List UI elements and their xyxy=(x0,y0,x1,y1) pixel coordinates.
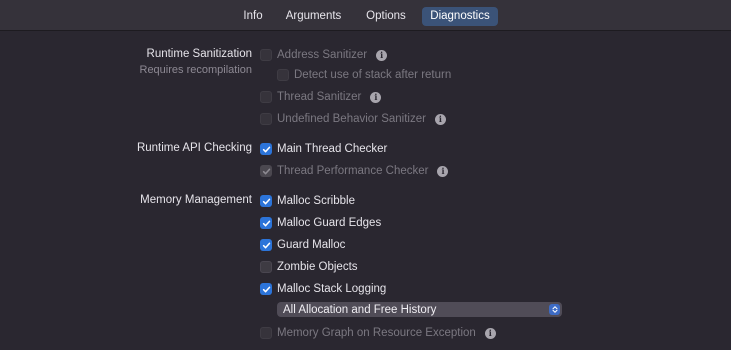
address-sanitizer-option[interactable]: Address Sanitizer i xyxy=(260,47,388,63)
zombie-objects-option[interactable]: Zombie Objects xyxy=(260,259,358,275)
memory-graph-checkbox[interactable] xyxy=(260,327,272,339)
address-sanitizer-checkbox[interactable] xyxy=(260,49,272,61)
malloc-guard-edges-option[interactable]: Malloc Guard Edges xyxy=(260,215,381,231)
malloc-guard-edges-checkbox[interactable] xyxy=(260,217,272,229)
requires-recompilation-label: Requires recompilation xyxy=(139,64,253,76)
chevron-up-down-icon xyxy=(549,304,560,315)
malloc-scribble-label: Malloc Scribble xyxy=(277,195,355,207)
checkmark-icon xyxy=(262,286,270,292)
zombie-objects-label: Zombie Objects xyxy=(277,261,358,273)
thread-sanitizer-checkbox[interactable] xyxy=(260,91,272,103)
checkmark-icon xyxy=(262,168,270,174)
malloc-scribble-option[interactable]: Malloc Scribble xyxy=(260,193,355,209)
tab-diagnostics[interactable]: Diagnostics xyxy=(422,7,498,26)
thread-sanitizer-option[interactable]: Thread Sanitizer i xyxy=(260,89,382,105)
thread-performance-checker-option[interactable]: Thread Performance Checker i xyxy=(260,163,449,179)
malloc-stack-logging-option[interactable]: Malloc Stack Logging xyxy=(260,281,386,297)
tab-options[interactable]: Options xyxy=(358,7,414,26)
guard-malloc-label: Guard Malloc xyxy=(277,239,346,251)
main-thread-checker-checkbox[interactable] xyxy=(260,143,272,155)
runtime-sanitization-label: Runtime Sanitization xyxy=(146,48,252,60)
zombie-objects-checkbox[interactable] xyxy=(260,261,272,273)
tab-arguments[interactable]: Arguments xyxy=(278,7,349,26)
scheme-tab-bar: Info Arguments Options Diagnostics xyxy=(0,0,731,31)
info-icon[interactable]: i xyxy=(376,49,388,61)
ub-sanitizer-label: Undefined Behavior Sanitizer xyxy=(277,113,426,125)
thread-performance-checker-checkbox[interactable] xyxy=(260,165,272,177)
stack-logging-mode-value: All Allocation and Free History xyxy=(283,303,437,316)
ub-sanitizer-checkbox[interactable] xyxy=(260,113,272,125)
thread-sanitizer-label: Thread Sanitizer xyxy=(277,91,362,103)
checkmark-icon xyxy=(262,198,270,204)
checkmark-icon xyxy=(262,146,270,152)
address-sanitizer-label: Address Sanitizer xyxy=(277,49,368,61)
thread-performance-checker-label: Thread Performance Checker xyxy=(277,165,429,177)
memory-graph-label: Memory Graph on Resource Exception xyxy=(277,327,476,339)
malloc-scribble-checkbox[interactable] xyxy=(260,195,272,207)
detect-stack-label: Detect use of stack after return xyxy=(294,69,452,81)
main-thread-checker-label: Main Thread Checker xyxy=(277,143,388,155)
checkmark-icon xyxy=(262,220,270,226)
info-icon[interactable]: i xyxy=(370,91,382,103)
info-icon[interactable]: i xyxy=(437,165,449,177)
malloc-guard-edges-label: Malloc Guard Edges xyxy=(277,217,382,229)
memory-graph-option[interactable]: Memory Graph on Resource Exception i xyxy=(260,325,496,341)
info-icon[interactable]: i xyxy=(484,327,496,339)
malloc-stack-logging-label: Malloc Stack Logging xyxy=(277,283,387,295)
memory-management-label: Memory Management xyxy=(140,194,252,206)
ub-sanitizer-option[interactable]: Undefined Behavior Sanitizer i xyxy=(260,111,446,127)
checkmark-icon xyxy=(262,242,270,248)
tab-info[interactable]: Info xyxy=(236,7,270,26)
guard-malloc-checkbox[interactable] xyxy=(260,239,272,251)
detect-stack-checkbox[interactable] xyxy=(277,69,289,81)
main-thread-checker-option[interactable]: Main Thread Checker xyxy=(260,141,387,157)
stack-logging-mode-popup[interactable]: All Allocation and Free History xyxy=(277,302,562,317)
runtime-api-checking-label: Runtime API Checking xyxy=(136,142,252,154)
info-icon[interactable]: i xyxy=(434,113,446,125)
malloc-stack-logging-checkbox[interactable] xyxy=(260,283,272,295)
detect-stack-option[interactable]: Detect use of stack after return xyxy=(277,67,451,83)
guard-malloc-option[interactable]: Guard Malloc xyxy=(260,237,345,253)
